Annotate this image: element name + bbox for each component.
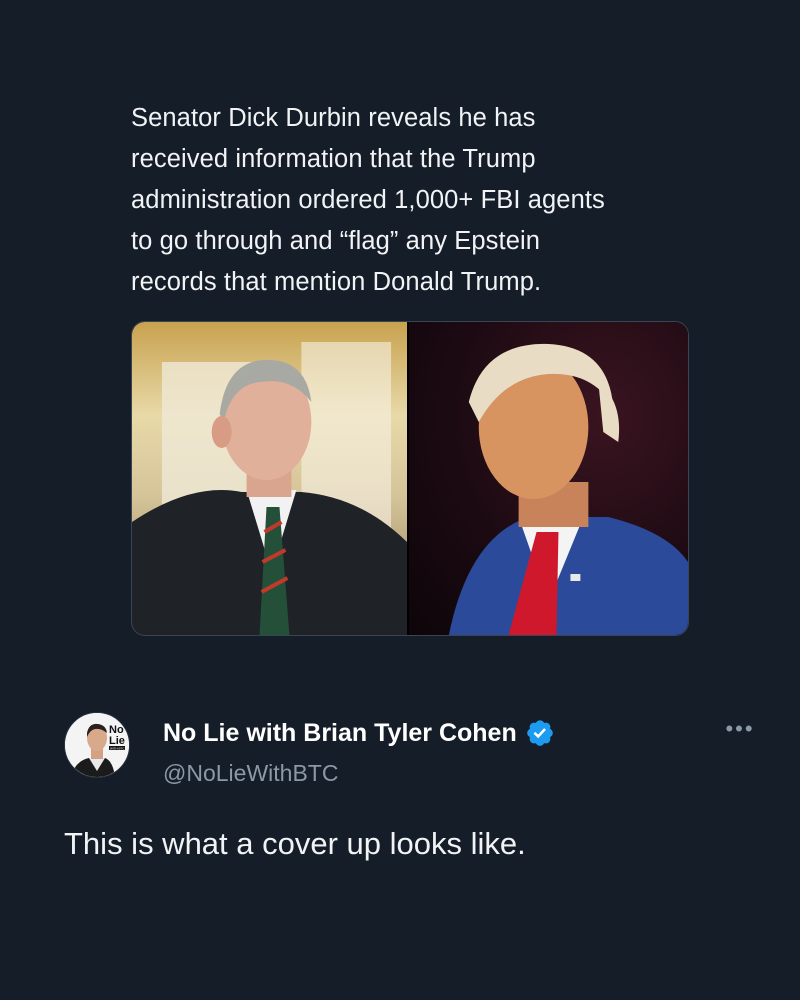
quoted-line: records that mention Donald Trump. (131, 268, 542, 296)
quoted-line: administration ordered 1,000+ FBI agents (131, 186, 605, 214)
photo-right[interactable] (409, 322, 688, 635)
user-handle[interactable]: @NoLieWithBTC (163, 760, 338, 787)
quoted-post-text: Senator Dick Durbin reveals he has recei… (131, 98, 691, 303)
post-author[interactable]: No Lie WITH BTC No Lie with Brian Tyler … (64, 712, 760, 796)
avatar-logo-lie: Lie (109, 735, 125, 747)
display-name-text[interactable]: No Lie with Brian Tyler Cohen (163, 719, 517, 748)
verified-badge-icon (526, 720, 553, 746)
quoted-line: received information that the Trump (131, 145, 536, 173)
avatar-image: No Lie WITH BTC (65, 713, 129, 777)
more-options-button[interactable]: ••• (720, 718, 760, 748)
post-media[interactable] (131, 321, 689, 636)
photo-right-illustration (448, 343, 688, 635)
photo-left-illustration (132, 342, 407, 635)
quoted-line: to go through and “flag” any Epstein (131, 227, 541, 255)
photo-left[interactable] (132, 322, 407, 635)
avatar-logo-small: WITH BTC (110, 746, 125, 750)
avatar[interactable]: No Lie WITH BTC (64, 712, 130, 778)
quoted-line: Senator Dick Durbin reveals he has (131, 104, 536, 132)
display-name[interactable]: No Lie with Brian Tyler Cohen (163, 718, 555, 748)
post-text: This is what a cover up looks like. (64, 826, 526, 861)
